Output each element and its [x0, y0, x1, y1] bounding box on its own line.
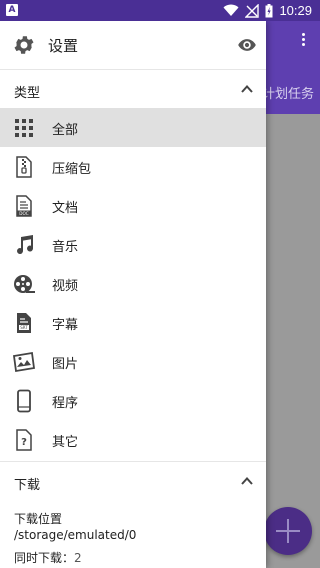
type-item-label: 音乐 [52, 240, 79, 255]
chevron-up-icon[interactable] [240, 82, 254, 96]
overflow-menu-icon[interactable] [302, 31, 306, 49]
status-time: 10:29 [279, 3, 312, 18]
concurrent-downloads-setting[interactable]: 同时下载：2 [0, 549, 266, 566]
types-section-title: 类型 [14, 86, 41, 101]
type-item-music[interactable]: 音乐 [0, 225, 266, 264]
type-item-label: 字幕 [52, 318, 79, 333]
add-fab-button[interactable] [264, 507, 312, 555]
type-item-all[interactable]: 全部 [0, 108, 266, 147]
type-item-label: 全部 [52, 123, 79, 138]
image-icon [12, 351, 36, 373]
navigation-drawer: 设置 类型 全部 压缩包 DOC 文档 音乐 视频 SRT 字幕 图片 程序 ?… [0, 21, 266, 568]
concurrent-downloads-label: 同时下载： [14, 551, 75, 565]
download-location-value: /storage/emulated/0 [14, 528, 137, 542]
download-location-setting[interactable]: 下载位置 /storage/emulated/0 [0, 500, 266, 542]
download-location-label: 下载位置 [14, 512, 63, 526]
doc-file-icon: DOC [16, 195, 32, 217]
music-note-icon [17, 235, 34, 255]
chevron-up-icon[interactable] [240, 474, 254, 488]
grid-icon [15, 119, 33, 137]
type-item-label: 视频 [52, 279, 79, 294]
notification-badge: A [6, 4, 18, 16]
type-item-other[interactable]: ? 其它 [0, 420, 266, 459]
archive-file-icon [16, 156, 32, 178]
drawer-header: 设置 [0, 21, 266, 70]
download-section-header[interactable]: 下载 [0, 462, 266, 500]
type-item-label: 文档 [52, 201, 79, 216]
phone-icon [17, 389, 31, 413]
type-item-label: 图片 [52, 357, 79, 372]
download-section-title: 下载 [14, 478, 41, 493]
type-item-archive[interactable]: 压缩包 [0, 147, 266, 186]
types-section-header[interactable]: 类型 [0, 70, 266, 108]
svg-text:SRT: SRT [20, 325, 28, 330]
type-item-label: 其它 [52, 435, 79, 450]
gear-icon[interactable] [12, 33, 36, 57]
signal-icon [245, 3, 260, 18]
battery-icon [265, 3, 273, 17]
drawer-title[interactable]: 设置 [48, 35, 78, 56]
film-reel-icon [14, 275, 35, 293]
unknown-file-icon: ? [16, 429, 32, 451]
wifi-icon [223, 4, 239, 16]
type-item-label: 压缩包 [52, 162, 92, 177]
type-item-image[interactable]: 图片 [0, 342, 266, 381]
type-item-video[interactable]: 视频 [0, 264, 266, 303]
subtitle-file-icon: SRT [17, 313, 31, 333]
type-item-label: 程序 [52, 396, 79, 411]
eye-icon[interactable] [236, 35, 258, 55]
type-item-program[interactable]: 程序 [0, 381, 266, 420]
svg-text:?: ? [21, 437, 27, 448]
concurrent-downloads-value: 2 [74, 551, 82, 565]
status-bar: A 10:29 [0, 0, 320, 21]
scheduled-tasks-tab[interactable]: 计划任务 [262, 83, 314, 102]
type-item-subtitle[interactable]: SRT 字幕 [0, 303, 266, 342]
type-item-document[interactable]: DOC 文档 [0, 186, 266, 225]
svg-text:DOC: DOC [19, 211, 29, 216]
